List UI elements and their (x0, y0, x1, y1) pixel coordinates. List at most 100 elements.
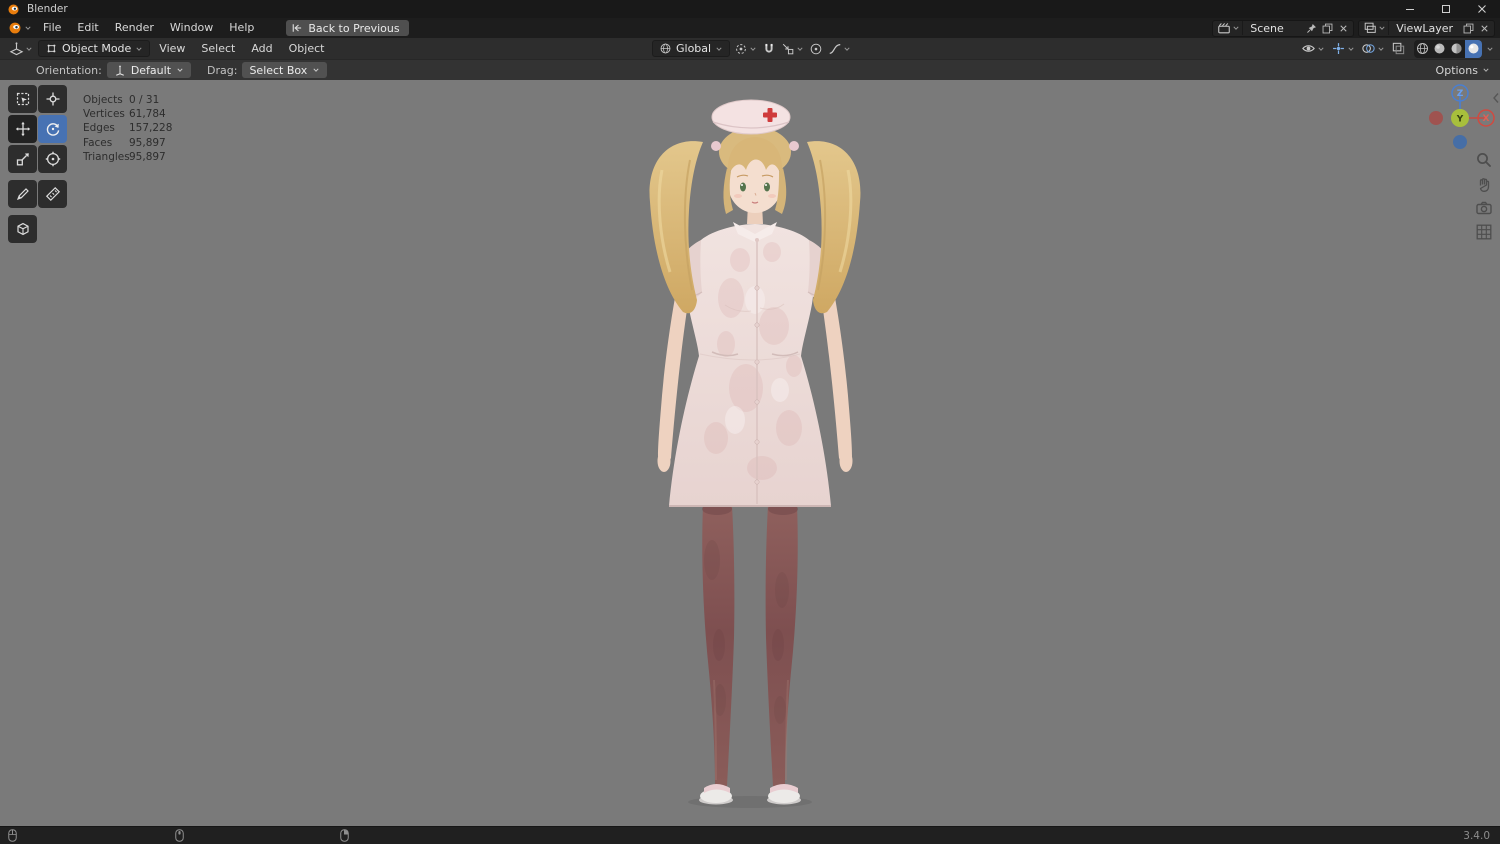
scene-icon (1218, 23, 1230, 34)
duplicate-icon (1463, 23, 1473, 33)
grid-icon (1476, 224, 1491, 240)
drag-field-label: Drag: (207, 63, 238, 77)
blender-icon (9, 22, 21, 34)
gizmos-dropdown[interactable] (1330, 41, 1356, 56)
cursor-tool-button[interactable] (38, 85, 67, 113)
gizmo-arrows-icon (1333, 43, 1344, 54)
proportional-falloff-dropdown[interactable] (827, 42, 852, 56)
browse-viewlayer-button[interactable] (1361, 21, 1390, 35)
mouse-middle-hint-icon (175, 829, 184, 842)
transform-tool-button[interactable] (38, 145, 67, 173)
select-box-tool-button[interactable] (8, 85, 37, 113)
rotate-icon (46, 123, 59, 136)
menu-render[interactable]: Render (107, 19, 162, 37)
back-to-previous-button[interactable]: Back to Previous (286, 20, 409, 36)
shading-solid-button[interactable] (1431, 40, 1448, 58)
nurse-character-model[interactable] (0, 80, 1500, 826)
menu-window[interactable]: Window (162, 19, 221, 37)
pan-button[interactable] (1474, 175, 1493, 193)
topbar: File Edit Render Window Help Back to Pre… (0, 18, 1500, 38)
falloff-curve-icon (829, 43, 841, 54)
axis-x-neg-ball[interactable] (1429, 111, 1443, 125)
move-tool-button[interactable] (8, 115, 37, 143)
view-axis-gizmo[interactable]: Z X Y (1420, 84, 1496, 152)
3d-cursor-icon (46, 92, 59, 106)
drag-value: Select Box (249, 63, 308, 77)
sidebar-toggle-arrow[interactable] (1492, 92, 1500, 104)
menu-file[interactable]: File (35, 19, 69, 37)
scale-icon (16, 153, 29, 166)
scene-name-field[interactable]: Scene (1243, 22, 1303, 35)
overlays-dropdown[interactable] (1360, 41, 1386, 56)
close-button[interactable] (1464, 0, 1500, 18)
camera-view-button[interactable] (1474, 199, 1493, 217)
axis-z-neg-ball[interactable] (1453, 135, 1467, 149)
menu-help[interactable]: Help (221, 19, 262, 37)
menu-edit[interactable]: Edit (69, 19, 106, 37)
mode-dropdown[interactable]: Object Mode (38, 40, 151, 57)
3d-viewport-icon (9, 42, 24, 56)
editor-type-button[interactable] (6, 41, 36, 56)
viewlayer-icon (1364, 22, 1376, 33)
stats-value: 157,228 (129, 122, 173, 135)
unlink-scene-button[interactable] (1335, 23, 1351, 34)
menu-object[interactable]: Object (282, 42, 332, 55)
chevron-down-icon (25, 26, 31, 30)
stats-row: Edges 157,228 (83, 121, 172, 135)
stats-row: Objects 0 / 31 (83, 93, 172, 107)
globe-icon (660, 43, 671, 54)
back-button-label: Back to Previous (308, 21, 400, 35)
stats-row: Vertices 61,784 (83, 107, 172, 121)
chevron-down-icon (844, 47, 850, 51)
pin-icon (1306, 23, 1316, 33)
chevron-down-icon (1318, 47, 1324, 51)
minimize-button[interactable] (1392, 0, 1428, 18)
proportional-editing-toggle[interactable] (808, 42, 824, 56)
scale-tool-button[interactable] (8, 145, 37, 173)
add-cube-tool-button[interactable] (8, 215, 37, 243)
blender-version: 3.4.0 (1463, 829, 1490, 842)
shading-rendered-button[interactable] (1465, 39, 1482, 58)
new-scene-button[interactable] (1319, 22, 1335, 35)
pivot-icon (736, 43, 746, 54)
measure-tool-button[interactable] (38, 180, 67, 208)
back-arrow-icon (293, 24, 302, 32)
options-dropdown[interactable]: Options (1436, 64, 1492, 77)
snap-settings-dropdown[interactable] (780, 42, 805, 56)
stats-value: 95,897 (129, 150, 166, 163)
chevron-down-icon (1378, 47, 1384, 51)
orientation-dropdown[interactable]: Default (106, 62, 192, 78)
drag-dropdown[interactable]: Select Box (242, 62, 328, 78)
toggle-ortho-button[interactable] (1474, 223, 1493, 241)
3d-viewport[interactable]: Objects 0 / 31 Vertices 61,784 Edges 157,22… (0, 80, 1500, 826)
transform-orientation-dropdown[interactable]: Global (652, 40, 731, 57)
rotate-tool-button[interactable] (38, 115, 67, 143)
annotate-tool-button[interactable] (8, 180, 37, 208)
chevron-down-icon (750, 47, 756, 51)
zoom-button[interactable] (1474, 151, 1493, 169)
window-titlebar[interactable]: Blender (0, 0, 1500, 18)
new-viewlayer-button[interactable] (1460, 22, 1476, 35)
viewlayer-name-field[interactable]: ViewLayer (1389, 22, 1460, 35)
pivot-point-dropdown[interactable] (733, 42, 758, 56)
menu-select[interactable]: Select (194, 42, 242, 55)
axes-icon (115, 65, 124, 76)
blender-menu-button[interactable] (5, 21, 35, 35)
pin-scene-button[interactable] (1303, 22, 1319, 35)
browse-scene-button[interactable] (1215, 21, 1244, 35)
xray-toggle[interactable] (1390, 41, 1407, 56)
shading-dropdown-chevron[interactable] (1486, 45, 1494, 53)
shading-wireframe-button[interactable] (1414, 40, 1431, 58)
window-title: Blender (27, 3, 68, 15)
visibility-filter-dropdown[interactable] (1300, 41, 1326, 56)
remove-viewlayer-button[interactable] (1476, 23, 1492, 34)
material-sphere-icon (1451, 43, 1462, 54)
snap-toggle[interactable] (761, 42, 777, 56)
menu-add[interactable]: Add (244, 42, 279, 55)
menu-view[interactable]: View (152, 42, 192, 55)
shading-material-button[interactable] (1448, 40, 1465, 58)
close-icon (1480, 24, 1488, 32)
stats-value: 95,897 (129, 136, 166, 149)
annotate-pen-icon (16, 188, 29, 201)
maximize-button[interactable] (1428, 0, 1464, 18)
